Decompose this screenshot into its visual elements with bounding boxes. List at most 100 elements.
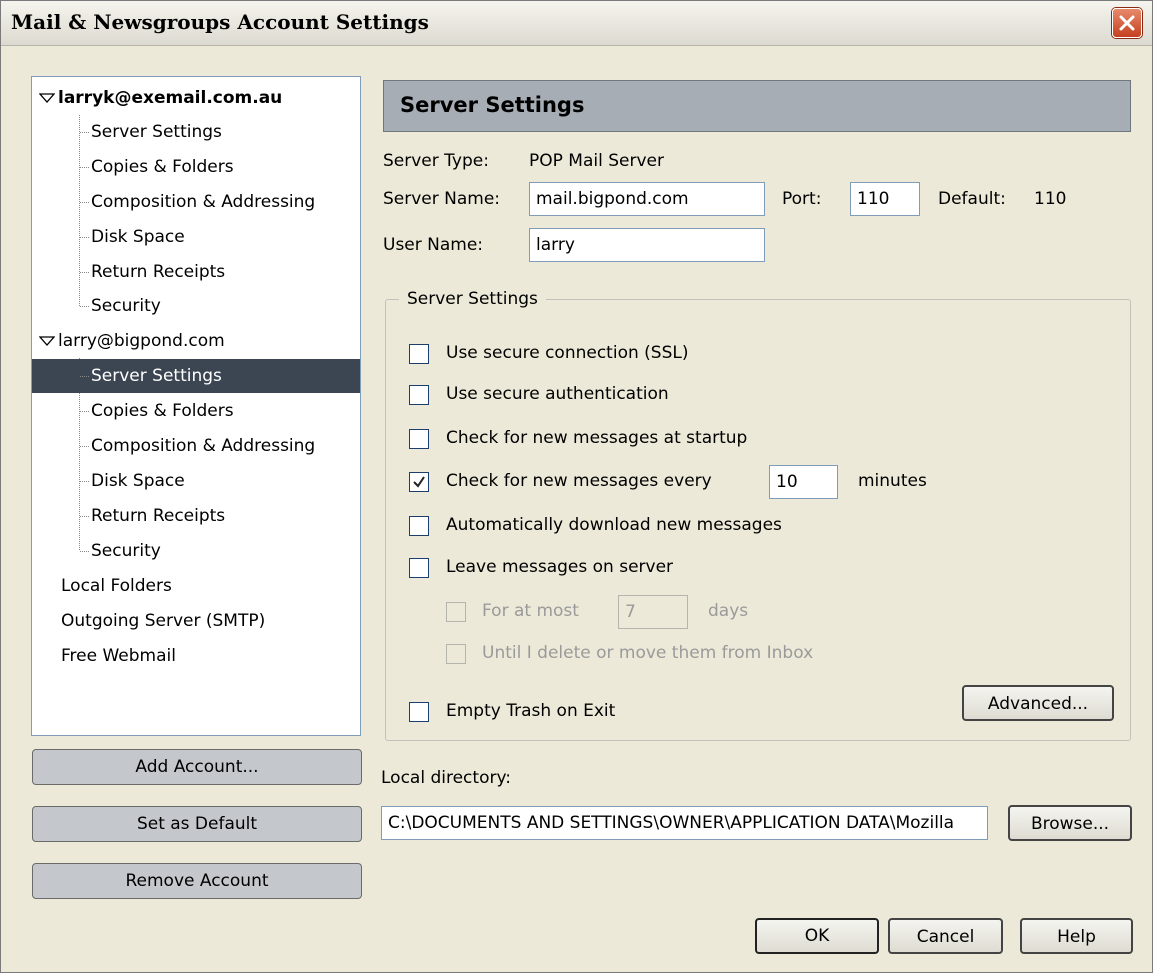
account-settings-dialog: Mail & Newsgroups Account Settings larry… — [0, 0, 1153, 973]
user-name-label: User Name: — [383, 235, 484, 255]
port-input[interactable]: 110 — [850, 182, 920, 216]
tree-connector — [80, 132, 89, 133]
add-account-button[interactable]: Add Account... — [32, 749, 362, 785]
help-button[interactable]: Help — [1020, 918, 1133, 954]
empty-trash-label: Empty Trash on Exit — [446, 701, 616, 721]
tree-connector — [80, 237, 89, 238]
ok-button[interactable]: OK — [755, 918, 879, 954]
panel-header: Server Settings — [383, 80, 1131, 132]
tree-account-label: larry@bigpond.com — [58, 331, 225, 351]
check-startup-label: Check for new messages at startup — [446, 428, 748, 448]
for-at-most-label: For at most — [482, 601, 579, 621]
panel-title: Server Settings — [400, 93, 585, 117]
user-name-input[interactable]: larry — [529, 228, 765, 262]
secure-auth-checkbox[interactable] — [409, 385, 429, 405]
tree-connector — [80, 446, 89, 447]
tree-item-label: Outgoing Server (SMTP) — [61, 611, 266, 631]
local-directory-label: Local directory: — [381, 768, 512, 788]
secure-auth-label: Use secure authentication — [446, 384, 669, 404]
tree-item-return-receipts[interactable]: Return Receipts — [32, 255, 360, 289]
for-at-most-checkbox[interactable] — [446, 602, 466, 622]
expanded-triangle-icon — [39, 336, 55, 346]
tree-item-composition[interactable]: Composition & Addressing — [32, 429, 360, 463]
tree-item-label: Return Receipts — [91, 262, 226, 282]
tree-connector — [80, 202, 89, 203]
window-title: Mail & Newsgroups Account Settings — [11, 10, 429, 34]
port-label: Port: — [782, 189, 822, 209]
tree-connector — [80, 551, 89, 552]
server-name-label: Server Name: — [383, 189, 501, 209]
group-title: Server Settings — [399, 289, 546, 309]
set-default-button[interactable]: Set as Default — [32, 806, 362, 842]
checkmark-icon — [413, 476, 425, 488]
tree-item-disk-space[interactable]: Disk Space — [32, 464, 360, 498]
tree-item-label: Server Settings — [91, 366, 222, 386]
tree-item-label: Composition & Addressing — [91, 436, 316, 456]
tree-item-copies-folders[interactable]: Copies & Folders — [32, 394, 360, 428]
tree-item-return-receipts[interactable]: Return Receipts — [32, 499, 360, 533]
server-type-label: Server Type: — [383, 151, 489, 171]
tree-item-label: Return Receipts — [91, 506, 226, 526]
account-tree[interactable]: larryk@exemail.com.au Server Settings Co… — [31, 76, 361, 736]
check-every-checkbox[interactable] — [409, 472, 429, 492]
tree-item-security[interactable]: Security — [32, 289, 360, 323]
auto-download-label: Automatically download new messages — [446, 515, 782, 535]
title-bar: Mail & Newsgroups Account Settings — [1, 1, 1152, 46]
days-label: days — [708, 601, 749, 621]
until-delete-checkbox[interactable] — [446, 644, 466, 664]
browse-button[interactable]: Browse... — [1008, 805, 1132, 841]
check-startup-checkbox[interactable] — [409, 429, 429, 449]
leave-on-server-checkbox[interactable] — [409, 558, 429, 578]
tree-item-local-folders[interactable]: Local Folders — [32, 569, 360, 603]
remove-account-button[interactable]: Remove Account — [32, 863, 362, 899]
tree-item-label: Security — [91, 296, 161, 316]
auto-download-checkbox[interactable] — [409, 516, 429, 536]
ssl-label: Use secure connection (SSL) — [446, 343, 689, 363]
tree-connector — [80, 481, 89, 482]
tree-item-composition[interactable]: Composition & Addressing — [32, 185, 360, 219]
server-type-value: POP Mail Server — [529, 151, 664, 171]
ssl-checkbox[interactable] — [409, 344, 429, 364]
tree-account-1[interactable]: larryk@exemail.com.au — [32, 81, 360, 115]
empty-trash-checkbox[interactable] — [409, 702, 429, 722]
default-port-label: Default: — [938, 189, 1006, 209]
tree-item-free-webmail[interactable]: Free Webmail — [32, 639, 360, 673]
tree-item-label: Security — [91, 541, 161, 561]
tree-item-label: Local Folders — [61, 576, 172, 596]
tree-connector — [80, 411, 89, 412]
check-every-label: Check for new messages every — [446, 471, 712, 491]
tree-item-label: Copies & Folders — [91, 157, 234, 177]
tree-account-label: larryk@exemail.com.au — [58, 88, 283, 108]
local-directory-input[interactable]: C:\DOCUMENTS AND SETTINGS\OWNER\APPLICAT… — [381, 806, 988, 840]
tree-connector — [80, 167, 89, 168]
days-input[interactable]: 7 — [618, 595, 688, 629]
cancel-button[interactable]: Cancel — [888, 918, 1003, 954]
tree-account-2[interactable]: larry@bigpond.com — [32, 324, 360, 358]
tree-item-label: Free Webmail — [61, 646, 176, 666]
tree-item-label: Disk Space — [91, 227, 185, 247]
tree-connector — [80, 272, 89, 273]
tree-item-outgoing-server[interactable]: Outgoing Server (SMTP) — [32, 604, 360, 638]
close-button[interactable] — [1112, 8, 1142, 38]
leave-on-server-label: Leave messages on server — [446, 557, 674, 577]
minutes-label: minutes — [858, 471, 927, 491]
tree-item-server-settings[interactable]: Server Settings — [32, 115, 360, 149]
tree-connector — [80, 516, 89, 517]
close-icon — [1119, 15, 1135, 31]
tree-item-copies-folders[interactable]: Copies & Folders — [32, 150, 360, 184]
check-interval-input[interactable]: 10 — [769, 465, 838, 499]
tree-connector — [80, 376, 89, 377]
tree-item-label: Server Settings — [91, 122, 222, 142]
tree-item-label: Copies & Folders — [91, 401, 234, 421]
tree-item-disk-space[interactable]: Disk Space — [32, 220, 360, 254]
advanced-button[interactable]: Advanced... — [962, 685, 1114, 721]
tree-item-security[interactable]: Security — [32, 534, 360, 568]
default-port-value: 110 — [1034, 189, 1067, 209]
tree-item-label: Composition & Addressing — [91, 192, 316, 212]
tree-item-label: Disk Space — [91, 471, 185, 491]
expanded-triangle-icon — [39, 93, 55, 103]
tree-item-server-settings-selected[interactable]: Server Settings — [32, 359, 360, 393]
tree-connector — [80, 306, 89, 307]
server-name-input[interactable]: mail.bigpond.com — [529, 182, 765, 216]
until-delete-label: Until I delete or move them from Inbox — [482, 643, 814, 663]
